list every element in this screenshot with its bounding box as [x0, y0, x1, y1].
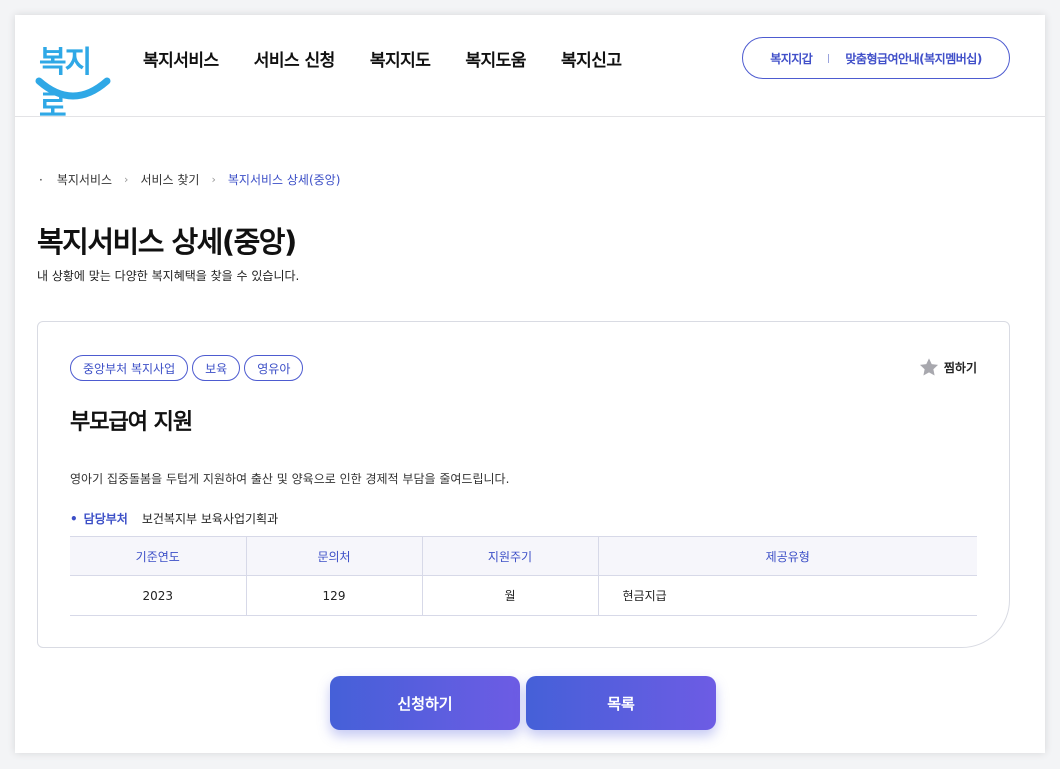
- nav-welfare-report[interactable]: 복지신고: [561, 46, 622, 71]
- table-row: 2023 129 월 현금지급: [70, 575, 977, 616]
- breadcrumb-item-current: 복지서비스 상세(중앙): [227, 173, 341, 187]
- favorite-label: 찜하기: [943, 361, 977, 375]
- tag-central-ministry: 중앙부처 복지사업: [70, 355, 189, 381]
- col-header-contact: 문의처: [246, 536, 423, 576]
- nav-welfare-help[interactable]: 복지도움: [465, 46, 526, 71]
- breadcrumb-item-welfare-service[interactable]: 복지서비스: [57, 171, 112, 188]
- quick-links-pill: 복지지갑 맞춤형급여안내(복지멤버십): [742, 37, 1010, 79]
- nav-service-apply[interactable]: 서비스 신청: [254, 46, 336, 71]
- star-icon: [919, 358, 938, 376]
- logo-smile-icon: [35, 77, 111, 100]
- nav-welfare-map[interactable]: 복지지도: [370, 46, 431, 71]
- service-card: 중앙부처 복지사업 보육 영유아 찜하기 부모급여 지원 영아기 집중돌봄을 두…: [37, 321, 1010, 648]
- tag-infant: 영유아: [244, 355, 304, 381]
- main-nav: 복지서비스 서비스 신청 복지지도 복지도움 복지신고: [143, 46, 657, 71]
- department-label: 담당부처: [70, 510, 128, 527]
- service-description: 영아기 집중돌봄을 두텁게 지원하여 출산 및 양육으로 인한 경제적 부담을 …: [70, 472, 510, 486]
- service-info-table: 기준연도 문의처 지원주기 제공유형 2023 129 월 현금지급: [70, 536, 977, 616]
- breadcrumb-bullet: ·: [39, 172, 43, 187]
- pill-divider: [828, 53, 830, 63]
- col-header-type: 제공유형: [598, 536, 977, 576]
- list-button[interactable]: 목록: [526, 676, 716, 730]
- chevron-right-icon: ›: [124, 173, 129, 186]
- chevron-right-icon: ›: [211, 173, 216, 186]
- cell-type: 현금지급: [598, 575, 977, 616]
- cell-year: 2023: [70, 575, 247, 616]
- tag-childcare: 보육: [192, 355, 241, 381]
- cell-cycle: 월: [422, 575, 599, 616]
- nav-welfare-service[interactable]: 복지서비스: [143, 46, 219, 71]
- apply-button[interactable]: 신청하기: [330, 676, 520, 730]
- breadcrumb: · 복지서비스 › 서비스 찾기 › 복지서비스 상세(중앙): [39, 171, 340, 188]
- col-header-cycle: 지원주기: [422, 536, 599, 576]
- site-logo[interactable]: 복지로: [35, 33, 111, 124]
- col-header-year: 기준연도: [70, 536, 247, 576]
- welfare-wallet-link[interactable]: 복지지갑: [770, 50, 813, 67]
- favorite-button[interactable]: 찜하기: [918, 357, 977, 378]
- service-title: 부모급여 지원: [70, 410, 193, 435]
- table-header-row: 기준연도 문의처 지원주기 제공유형: [70, 536, 977, 576]
- department-info: 담당부처 보건복지부 보육사업기획과: [70, 510, 278, 527]
- breadcrumb-item-service-search[interactable]: 서비스 찾기: [140, 171, 199, 188]
- page-subtitle: 내 상황에 맞는 다양한 복지혜택을 찾을 수 있습니다.: [37, 269, 300, 283]
- cell-contact: 129: [246, 575, 423, 616]
- page-title: 복지서비스 상세(중앙): [37, 225, 297, 259]
- site-header: 복지로 복지서비스 서비스 신청 복지지도 복지도움 복지신고 복지지갑 맞춤형…: [15, 15, 1045, 124]
- membership-link[interactable]: 맞춤형급여안내(복지멤버십): [845, 50, 982, 67]
- tag-list: 중앙부처 복지사업 보육 영유아: [70, 355, 304, 381]
- page-frame: 복지로 복지서비스 서비스 신청 복지지도 복지도움 복지신고 복지지갑 맞춤형…: [15, 15, 1045, 753]
- department-value: 보건복지부 보육사업기획과: [141, 512, 279, 526]
